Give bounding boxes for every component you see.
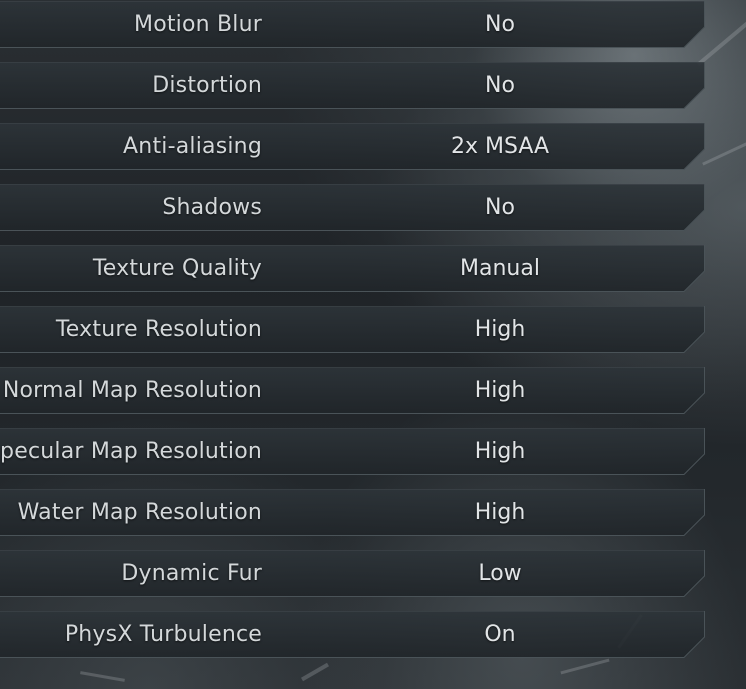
setting-value-distortion[interactable]: No xyxy=(400,62,600,109)
setting-value-texture-resolution[interactable]: High xyxy=(400,306,600,353)
setting-label-motion-blur: Motion Blur xyxy=(134,12,262,37)
settings-screen: Motion Blur No Distortion No Anti-aliasi… xyxy=(0,0,746,689)
setting-row-physx-turbulence[interactable]: PhysX Turbulence On xyxy=(0,611,705,658)
setting-label-shadows: Shadows xyxy=(162,195,262,220)
setting-value-normal-map-resolution[interactable]: High xyxy=(400,367,600,414)
setting-label-distortion: Distortion xyxy=(152,73,262,98)
setting-value-shadows[interactable]: No xyxy=(400,184,600,231)
setting-row-texture-resolution[interactable]: Texture Resolution High xyxy=(0,306,705,353)
setting-value-specular-map-resolution[interactable]: High xyxy=(400,428,600,475)
setting-label-specular-map-resolution: Specular Map Resolution xyxy=(0,439,262,464)
setting-label-dynamic-fur: Dynamic Fur xyxy=(121,561,262,586)
setting-row-distortion[interactable]: Distortion No xyxy=(0,62,705,109)
background-debris xyxy=(702,137,746,166)
background-debris xyxy=(560,658,610,675)
background-debris xyxy=(80,671,125,682)
setting-value-physx-turbulence[interactable]: On xyxy=(400,611,600,658)
setting-row-dynamic-fur[interactable]: Dynamic Fur Low xyxy=(0,550,705,597)
background-debris xyxy=(301,662,329,682)
setting-row-texture-quality[interactable]: Texture Quality Manual xyxy=(0,245,705,292)
setting-label-anti-aliasing: Anti-aliasing xyxy=(123,134,262,159)
setting-value-water-map-resolution[interactable]: High xyxy=(400,489,600,536)
setting-label-water-map-resolution: Water Map Resolution xyxy=(17,500,262,525)
setting-row-shadows[interactable]: Shadows No xyxy=(0,184,705,231)
setting-row-specular-map-resolution[interactable]: Specular Map Resolution High xyxy=(0,428,705,475)
setting-row-normal-map-resolution[interactable]: Normal Map Resolution High xyxy=(0,367,705,414)
setting-label-normal-map-resolution: Normal Map Resolution xyxy=(2,378,262,403)
setting-row-water-map-resolution[interactable]: Water Map Resolution High xyxy=(0,489,705,536)
setting-row-motion-blur[interactable]: Motion Blur No xyxy=(0,1,705,48)
setting-label-physx-turbulence: PhysX Turbulence xyxy=(64,622,262,647)
setting-value-texture-quality[interactable]: Manual xyxy=(400,245,600,292)
setting-value-dynamic-fur[interactable]: Low xyxy=(400,550,600,597)
setting-row-anti-aliasing[interactable]: Anti-aliasing 2x MSAA xyxy=(0,123,705,170)
setting-value-motion-blur[interactable]: No xyxy=(400,1,600,48)
setting-value-anti-aliasing[interactable]: 2x MSAA xyxy=(400,123,600,170)
setting-label-texture-quality: Texture Quality xyxy=(92,256,262,281)
setting-label-texture-resolution: Texture Resolution xyxy=(55,317,262,342)
